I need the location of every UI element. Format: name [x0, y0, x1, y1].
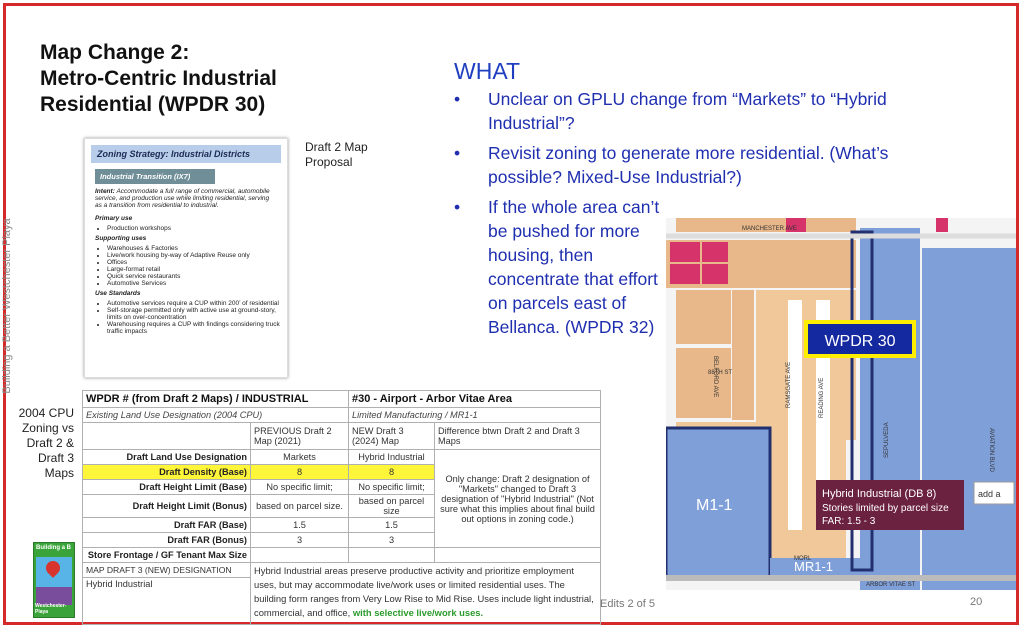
- cpu-label-line: 2004 CPU: [18, 406, 74, 420]
- row-label: Draft Land Use Designation: [82, 449, 251, 465]
- list-item: Automotive Services: [107, 280, 287, 287]
- row-new-value: based on parcel size: [348, 494, 435, 518]
- row-new-value: Hybrid Industrial: [348, 449, 435, 465]
- list-item: Automotive services require a CUP within…: [107, 300, 287, 307]
- intent-label: Intent:: [95, 188, 115, 195]
- row-new-value: 8: [348, 464, 435, 480]
- manchester-label: MANCHESTER AVE: [742, 226, 797, 232]
- row-label: Store Frontage / GF Tenant Max Size: [82, 547, 251, 563]
- row-prev-value: [250, 547, 349, 563]
- row-new-value: [348, 547, 435, 563]
- mr1-1-label: MR1-1: [794, 559, 833, 574]
- difference-text: Only change: Draft 2 designation of "Mar…: [433, 449, 602, 548]
- wpdr30-label: WPDR 30: [824, 333, 895, 350]
- bullet-text: If the whole area can’t be pushed for mo…: [488, 197, 660, 337]
- row-new-value: 1.5: [348, 517, 435, 533]
- sepulveda-label: SEPULVEDA: [884, 422, 890, 458]
- ramsgate-label: RAMSGATE AVE: [786, 362, 792, 408]
- title-line-2: Metro-Centric Industrial: [40, 67, 277, 90]
- draft-label-line: Draft 2 Map: [305, 140, 368, 154]
- list-item: Offices: [107, 259, 287, 266]
- list-item: Warehouses & Factories: [107, 245, 287, 252]
- cpu-label-line: Maps: [44, 466, 74, 480]
- table-row: Store Frontage / GF Tenant Max Size: [82, 547, 602, 563]
- belford-label: BELFORD AVE: [712, 356, 718, 397]
- hybrid-line3: FAR: 1.5 - 3: [822, 516, 876, 527]
- existing-designation-value: Limited Manufacturing / MR1-1: [347, 407, 602, 423]
- list-item: Live/work housing by-way of Adaptive Reu…: [107, 252, 287, 259]
- draft3-description-cell: Hybrid Industrial areas preserve product…: [249, 562, 602, 625]
- hybrid-line2: Stories limited by parcel size: [822, 503, 949, 514]
- page-number: 20: [970, 596, 983, 608]
- bullet-text: Unclear on GPLU change from “Markets” to…: [488, 89, 887, 133]
- m1-1-label: M1-1: [696, 497, 733, 514]
- wpdr-comparison-table: WPDR # (from Draft 2 Maps) / INDUSTRIAL …: [82, 390, 602, 625]
- difference-column-header: Difference btwn Draft 2 and Draft 3 Maps: [433, 422, 602, 450]
- aviation-label: AVIATION BLVD: [988, 428, 994, 473]
- existing-designation-label: Existing Land Use Designation (2004 CPU): [82, 407, 349, 423]
- table-row: Draft Land Use Designation Markets Hybri…: [82, 449, 602, 548]
- table-cell: [82, 422, 251, 450]
- add-a-label: add a: [978, 489, 1001, 499]
- zoning-doc-subheader: Industrial Transition (IX7): [95, 169, 215, 184]
- zoning-strategy-document: Zoning Strategy: Industrial Districts In…: [84, 138, 288, 378]
- 88th-st-label: 88TH ST: [708, 370, 732, 376]
- supporting-uses-label: Supporting uses: [95, 235, 147, 242]
- cpu-label-line: Zoning vs: [21, 421, 74, 435]
- row-label: Draft FAR (Base): [82, 517, 251, 533]
- organization-logo: Building a B Westchester-Playa: [33, 542, 75, 618]
- hybrid-title: Hybrid Industrial (DB 8): [822, 488, 936, 500]
- table-header-left: WPDR # (from Draft 2 Maps) / INDUSTRIAL: [82, 390, 349, 408]
- bullet-text: Revisit zoning to generate more resident…: [488, 143, 889, 187]
- cpu-label-line: Draft 3: [37, 451, 74, 465]
- row-prev-value: Markets: [250, 449, 349, 465]
- row-label: Draft Density (Base): [82, 464, 251, 480]
- new-column-header: NEW Draft 3 (2024) Map: [348, 422, 435, 450]
- cpu-label-line: Draft 2 &: [26, 436, 74, 450]
- bullet-item: • Unclear on GPLU change from “Markets” t…: [452, 87, 932, 135]
- intent-text: Accommodate a full range of commercial, …: [95, 188, 270, 209]
- list-item: Quick service restaurants: [107, 273, 287, 280]
- logo-bottom-text: Westchester-Playa: [35, 603, 67, 615]
- draft3-description-highlight: with selective live/work uses.: [352, 607, 484, 618]
- row-prev-value: based on parcel size.: [250, 494, 349, 518]
- row-label: Draft FAR (Bonus): [82, 532, 251, 548]
- reading-label: READING AVE: [819, 378, 825, 418]
- slide-title: Map Change 2: Metro-Centric Industrial R…: [40, 40, 277, 118]
- row-label: Draft Height Limit (Bonus): [82, 494, 251, 518]
- bullet-item: • Revisit zoning to generate more residen…: [452, 141, 932, 189]
- draft-label-line: Proposal: [305, 155, 353, 169]
- draft3-designation-label: MAP DRAFT 3 (NEW) DESIGNATION: [82, 562, 251, 578]
- row-new-value: 3: [348, 532, 435, 548]
- draft2-map-label: Draft 2 Map Proposal: [305, 140, 368, 170]
- title-line-3: Residential (WPDR 30): [40, 93, 266, 116]
- row-prev-value: 8: [250, 464, 349, 480]
- previous-column-header: PREVIOUS Draft 2 Map (2021): [250, 422, 349, 450]
- edits-counter: Edits 2 of 5: [600, 598, 656, 610]
- use-standards-label: Use Standards: [95, 290, 141, 297]
- side-watermark-text: Building a Better Westchester Playa: [1, 218, 13, 394]
- arbor-vitae-label: ARBOR VITAE ST: [866, 582, 916, 588]
- draft3-designation-value: Hybrid Industrial: [82, 577, 251, 625]
- row-new-value: No specific limit;: [348, 479, 435, 495]
- zoning-doc-header: Zoning Strategy: Industrial Districts: [91, 145, 281, 163]
- primary-use-label: Primary use: [95, 215, 133, 222]
- table-header-right: #30 - Airport - Arbor Vitae Area: [347, 390, 602, 408]
- list-item: Large-format retail: [107, 266, 287, 273]
- title-line-1: Map Change 2:: [40, 41, 190, 64]
- what-heading: WHAT: [454, 58, 521, 84]
- row-prev-value: No specific limit;: [250, 479, 349, 495]
- row-prev-value: 3: [250, 532, 349, 548]
- row-prev-value: 1.5: [250, 517, 349, 533]
- cpu-zoning-label: 2004 CPU Zoning vs Draft 2 & Draft 3 Map…: [14, 406, 74, 481]
- list-item: Self-storage permitted only with active …: [107, 307, 287, 321]
- zoning-map: MANCHESTER AVE ARBOR VITAE ST BELFORD AV…: [666, 218, 1016, 590]
- list-item: Warehousing requires a CUP with findings…: [107, 321, 287, 335]
- row-label: Draft Height Limit (Base): [82, 479, 251, 495]
- list-item: Production workshops: [107, 225, 287, 232]
- logo-top-text: Building a B: [36, 545, 71, 551]
- table-cell: [433, 547, 602, 563]
